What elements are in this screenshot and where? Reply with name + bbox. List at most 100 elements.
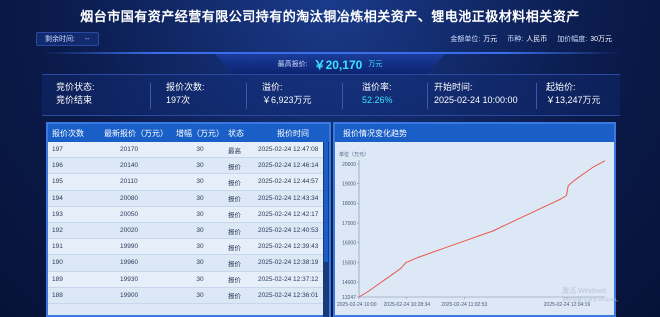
stat-start-time: 开始时间: 2025-02-24 10:00:00 <box>434 82 518 105</box>
y-unit-label: 单位（万元） <box>339 151 369 158</box>
cell-status: 报价 <box>228 228 241 236</box>
cell-bid-count: 188 <box>52 291 63 299</box>
cell-bid-count: 193 <box>52 210 63 218</box>
cell-bid-time: 2025-02-24 12:38:19 <box>258 259 319 267</box>
stat-bid-count: 报价次数: 197次 <box>166 82 205 105</box>
col-status[interactable]: 状态 <box>228 128 258 139</box>
stat-divider <box>536 83 537 109</box>
cell-bid-time: 2025-02-24 12:43:34 <box>258 194 319 202</box>
stat-divider <box>246 83 247 109</box>
cell-bid-time: 2025-02-24 12:39:43 <box>258 243 319 251</box>
cell-latest-bid: 20110 <box>120 178 138 186</box>
y-tick-label: 13247 <box>342 295 356 301</box>
bid-table-header: 报价次数 最新报价（万元） 增幅（万元） 状态 报价时间 <box>48 124 329 142</box>
cell-status: 报价 <box>228 293 241 301</box>
y-tick-label: 20000 <box>342 162 356 168</box>
cell-bid-time: 2025-02-24 12:44:57 <box>258 178 319 186</box>
cell-latest-bid: 20170 <box>120 146 139 154</box>
cell-increment: 30 <box>196 210 204 218</box>
cell-latest-bid: 19930 <box>120 275 139 283</box>
amount-unit: 金额单位: 万元 <box>450 36 498 43</box>
table-row: 191 19990 30 报价 2025-02-24 12:39:43 <box>48 239 329 256</box>
col-bid-time[interactable]: 报价时间 <box>258 128 328 139</box>
x-tick-label: 2025-02-24 10:28:34 <box>384 302 431 308</box>
windows-watermark: 激活 Windows 转到"设置"以激活 Windows。 <box>562 288 621 302</box>
remaining-time-label: 剩余时间: <box>45 36 75 43</box>
y-tick-label: 15000 <box>342 260 356 266</box>
cell-increment: 30 <box>196 146 204 154</box>
page-title: 烟台市国有资产经营有限公司持有的淘汰铜冶炼相关资产、锂电池正极材料相关资产 <box>80 8 580 24</box>
cell-bid-time: 2025-02-24 12:40:53 <box>258 227 319 235</box>
stat-status: 竞价状态: 竞价结束 <box>56 82 95 105</box>
top-divider <box>40 52 622 54</box>
table-row: 197 20170 30 最高 2025-02-24 12:47:08 <box>48 142 329 159</box>
currency: 币种: 人民币 <box>507 36 548 43</box>
x-tick-label: 2025-02-24 10:00 <box>337 302 377 308</box>
cell-latest-bid: 20020 <box>120 227 139 235</box>
y-tick-label: 14000 <box>342 280 356 286</box>
table-row: 195 20110 30 报价 2025-02-24 12:44:57 <box>48 174 329 191</box>
cell-latest-bid: 20080 <box>120 194 139 202</box>
remaining-time-box: 剩余时间: -- <box>36 32 99 46</box>
cell-bid-count: 194 <box>52 194 63 202</box>
cell-bid-count: 191 <box>52 243 63 251</box>
bid-table-body: 197 20170 30 最高 2025-02-24 12:47:08 196 20140 3… <box>48 142 329 304</box>
cell-latest-bid: 19960 <box>120 259 139 267</box>
cell-bid-time: 2025-02-24 12:36:01 <box>258 291 319 299</box>
cell-increment: 30 <box>196 227 204 235</box>
increment: 加价幅度: 30万元 <box>557 36 612 43</box>
cell-latest-bid: 19990 <box>120 243 139 251</box>
max-price-banner: 最高报价: ￥20,170 万元 <box>215 54 445 74</box>
cell-latest-bid: 20140 <box>120 162 139 170</box>
info-bar: 剩余时间: -- 金额单位: 万元 币种: 人民币 加价幅度: 30万元 <box>0 30 660 48</box>
cell-status: 报价 <box>228 277 241 285</box>
cell-increment: 30 <box>196 291 204 299</box>
stat-divider <box>427 83 428 109</box>
cell-status: 报价 <box>228 244 241 252</box>
col-latest-bid[interactable]: 最新报价（万元） <box>100 128 172 139</box>
stats-panel: 竞价状态: 竞价结束 报价次数: 197次 溢价: ￥6,923万元 溢价率: … <box>42 74 620 116</box>
cell-status: 报价 <box>228 179 241 187</box>
max-price-value: ￥20,170 <box>313 57 363 72</box>
col-increment[interactable]: 增幅（万元） <box>172 128 228 139</box>
cell-bid-count: 197 <box>52 146 63 154</box>
cell-bid-time: 2025-02-24 12:46:14 <box>258 162 319 170</box>
x-tick-label: 2025-02-24 11:02:53 <box>441 302 487 308</box>
stat-premium: 溢价: ￥6,923万元 <box>262 82 312 105</box>
auction-meta: 金额单位: 万元 币种: 人民币 加价幅度: 30万元 <box>450 34 612 44</box>
stat-divider <box>150 83 151 109</box>
cell-increment: 30 <box>196 259 204 267</box>
cell-bid-count: 195 <box>52 178 63 186</box>
cell-latest-bid: 20050 <box>120 210 139 218</box>
cell-increment: 30 <box>196 194 204 202</box>
cell-status: 报价 <box>228 196 241 204</box>
y-tick-label: 19000 <box>342 181 356 187</box>
table-row: 189 19930 30 报价 2025-02-24 12:37:12 <box>48 271 329 288</box>
scrollbar-thumb[interactable] <box>324 142 328 262</box>
max-price-unit: 万元 <box>368 61 383 68</box>
table-row: 192 20020 30 报价 2025-02-24 12:40:53 <box>48 223 329 240</box>
max-price-label: 最高报价: <box>277 61 308 68</box>
cell-bid-time: 2025-02-24 12:37:12 <box>258 275 319 283</box>
table-row: 194 20080 30 报价 2025-02-24 12:43:34 <box>48 191 329 207</box>
series-line <box>358 160 606 298</box>
table-scrollbar[interactable] <box>323 142 329 317</box>
cell-status: 报价 <box>228 212 241 220</box>
trend-title: 报价情况变化趋势 <box>335 124 614 142</box>
stat-start-price: 起始价: ￥13,247万元 <box>546 82 601 105</box>
cell-bid-time: 2025-02-24 12:42:17 <box>258 210 319 218</box>
col-bid-count[interactable]: 报价次数 <box>48 128 100 139</box>
table-row: 188 19900 30 报价 2025-02-24 12:36:01 <box>48 288 329 304</box>
y-tick-label: 17000 <box>342 221 356 227</box>
cell-increment: 30 <box>196 162 204 170</box>
cell-latest-bid: 19900 <box>120 291 139 299</box>
cell-bid-count: 192 <box>52 227 63 235</box>
cell-bid-count: 190 <box>52 259 63 267</box>
y-tick-label: 18000 <box>342 201 356 207</box>
cell-increment: 30 <box>196 178 204 186</box>
cell-bid-count: 189 <box>52 275 63 283</box>
stat-premium-rate: 溢价率: 52.26% <box>362 82 393 105</box>
cell-status: 报价 <box>228 163 241 171</box>
remaining-time-value: -- <box>84 35 90 43</box>
bid-history-panel: 报价次数 最新报价（万元） 增幅（万元） 状态 报价时间 197 20170 30 最… <box>46 122 331 317</box>
